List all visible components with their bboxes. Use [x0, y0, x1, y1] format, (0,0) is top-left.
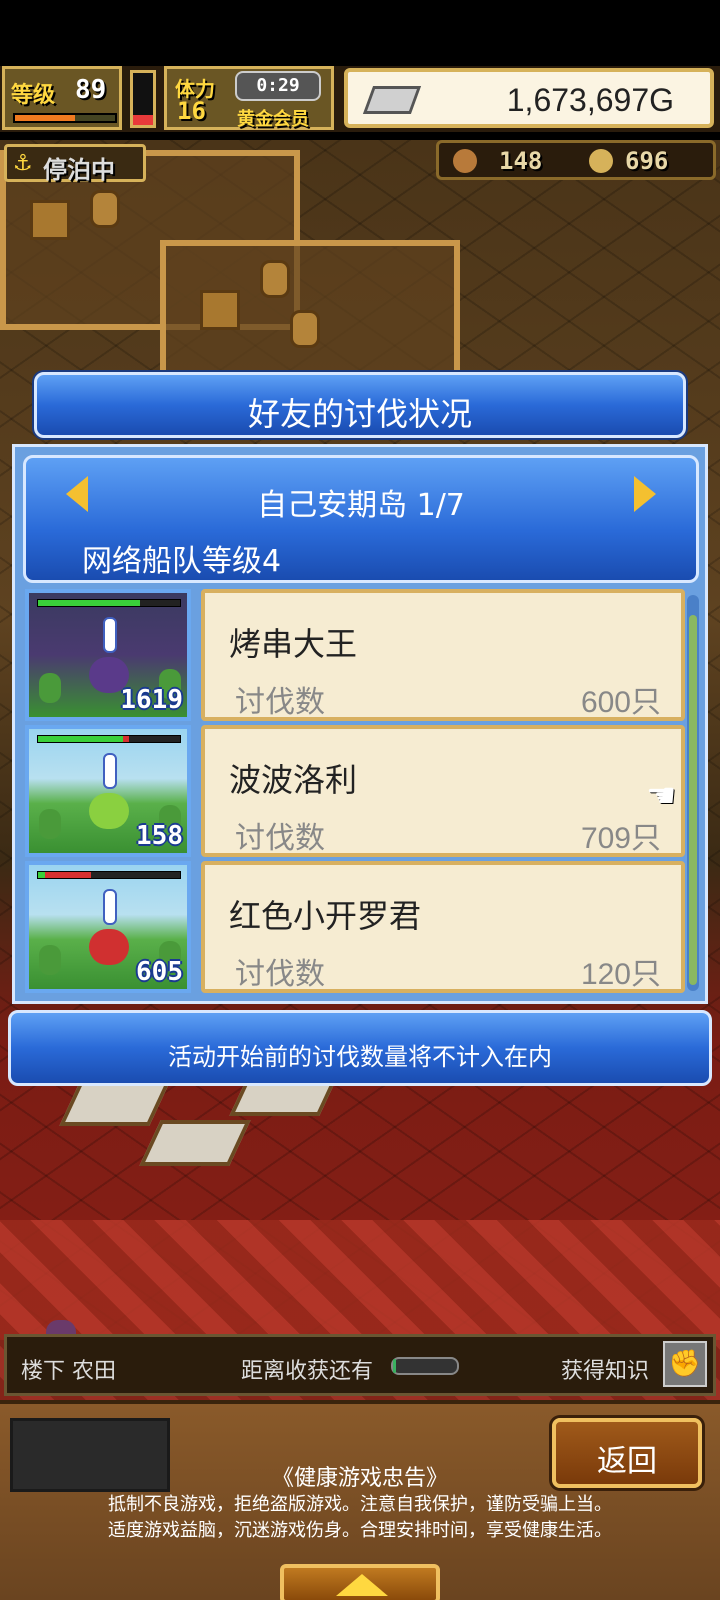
bed	[59, 1080, 171, 1126]
anchor-status[interactable]: ⚓ 停泊中	[4, 144, 146, 184]
friend-name: 烤串大王	[229, 625, 358, 663]
fist-icon[interactable]: ✊	[663, 1341, 707, 1387]
level-label: 等级	[11, 83, 56, 108]
hp-bar	[37, 735, 181, 743]
hp-bar-lost	[123, 736, 129, 742]
subjugation-count: 709只	[580, 822, 661, 855]
friend-card[interactable]: 波波洛利 讨伐数 709只	[201, 725, 685, 857]
monster-sprite	[89, 793, 129, 829]
subjugation-count: 600只	[580, 686, 661, 719]
resource-1-value: 148	[499, 147, 543, 175]
friend-name: 波波洛利	[229, 761, 358, 799]
knowledge-label: 获得知识	[561, 1359, 650, 1384]
footer: 返回 《健康游戏忠告》 抵制不良游戏，拒绝盗版游戏。注意自我保护，谨防受骗上当。…	[0, 1400, 720, 1600]
subjugation-label: 讨伐数	[235, 957, 325, 992]
stamina-panel[interactable]: 体力 16 0:29 黄金会员	[164, 66, 334, 130]
money-panel[interactable]: 1,673,697G	[344, 68, 714, 128]
stamina-gauge	[130, 70, 156, 128]
harvest-progress	[391, 1357, 459, 1375]
info-bar: 楼下 农田 距离收获还有 获得知识 ✊	[4, 1334, 716, 1396]
notice-bar: 活动开始前的讨伐数量将不计入在内	[8, 1010, 712, 1086]
notice-text: 活动开始前的讨伐数量将不计入在内	[168, 1043, 552, 1071]
anchor-icon: ⚓	[13, 151, 33, 176]
barrel	[260, 260, 290, 298]
health-advice-line-2: 适度游戏益脑，沉迷游戏伤身。合理安排时间，享受健康生活。	[108, 1520, 612, 1541]
subjugation-dialog: 自己安期岛 1/7 网络船队等级4 1619 烤串大王 讨伐数 600只 158…	[12, 444, 708, 1004]
subjugation-label: 讨伐数	[235, 821, 325, 856]
friend-thumbnail[interactable]: 158	[25, 725, 191, 857]
arrow-up-icon	[336, 1574, 388, 1596]
arrow-right-icon[interactable]	[634, 476, 656, 512]
subjugation-label: 讨伐数	[235, 685, 325, 720]
barrel	[290, 310, 320, 348]
floor-label: 楼下 农田	[21, 1359, 116, 1384]
resource-panel[interactable]: 148 696	[436, 140, 716, 180]
crate	[30, 200, 70, 240]
friend-thumbnail[interactable]: 1619	[25, 589, 191, 721]
silver-bar-icon	[362, 86, 422, 114]
coin-icon	[589, 149, 613, 173]
subjugation-count: 120只	[580, 958, 661, 991]
friend-thumbnail[interactable]: 605	[25, 861, 191, 993]
xp-bar-fill	[15, 115, 75, 121]
vip-badge[interactable]: 黄金会员	[237, 105, 309, 131]
meat-icon	[453, 149, 477, 173]
thumbnail-count: 605	[136, 957, 183, 987]
top-hud: 等级 89 体力 16 0:29 黄金会员 1,673,697G	[0, 66, 720, 132]
fleet-level: 网络船队等级4	[82, 544, 282, 579]
tree	[39, 945, 61, 975]
hp-bar	[37, 871, 181, 879]
list-item[interactable]: 605 红色小开罗君 讨伐数 120只	[25, 861, 685, 993]
harvest-progress-fill	[393, 1359, 397, 1373]
stamina-timer: 0:29	[235, 71, 321, 101]
hp-bar-fill	[38, 600, 141, 606]
monster-sprite	[89, 929, 129, 965]
list-item[interactable]: 1619 烤串大王 讨伐数 600只	[25, 589, 685, 721]
hp-bar-fill	[38, 736, 124, 742]
hp-bar-fill	[38, 872, 46, 878]
exclamation-icon	[103, 753, 117, 789]
dialog-title-bar: 好友的讨伐状况	[34, 372, 686, 438]
level-panel[interactable]: 等级 89	[2, 66, 122, 130]
expand-button[interactable]	[280, 1564, 440, 1600]
exclamation-icon	[103, 889, 117, 925]
friend-name: 红色小开罗君	[229, 897, 422, 935]
health-advice-line-1: 抵制不良游戏，拒绝盗版游戏。注意自我保护，谨防受骗上当。	[108, 1494, 612, 1515]
health-advice-title: 《健康游戏忠告》	[271, 1466, 448, 1491]
resource-2-value: 696	[625, 147, 669, 175]
xp-bar	[13, 113, 117, 123]
friend-list[interactable]: 1619 烤串大王 讨伐数 600只 158 波波洛利 讨伐数 709只 605…	[25, 589, 685, 999]
bed	[139, 1120, 251, 1166]
hp-bar-lost	[45, 872, 91, 878]
thumbnail-count: 158	[136, 821, 183, 851]
barrel	[90, 190, 120, 228]
money-value: 1,673,697G	[506, 82, 674, 118]
hand-pointer-icon: ☚	[646, 776, 677, 816]
scrollbar-thumb[interactable]	[689, 615, 697, 985]
island-header: 自己安期岛 1/7 网络船队等级4	[23, 455, 699, 583]
friend-card[interactable]: 红色小开罗君 讨伐数 120只	[201, 861, 685, 993]
list-item[interactable]: 158 波波洛利 讨伐数 709只	[25, 725, 685, 857]
thumbnail-count: 1619	[120, 685, 183, 715]
hp-bar	[37, 599, 181, 607]
dialog-title: 好友的讨伐状况	[247, 395, 472, 433]
crate	[200, 290, 240, 330]
stamina-value: 16	[177, 97, 206, 125]
stamina-gauge-fill	[133, 114, 153, 125]
tree	[39, 809, 61, 839]
island-label: 自己安期岛 1/7	[257, 488, 465, 523]
harvest-label: 距离收获还有	[241, 1359, 374, 1384]
anchor-status-label: 停泊中	[43, 156, 115, 184]
level-value: 89	[75, 75, 107, 105]
friend-card[interactable]: 烤串大王 讨伐数 600只	[201, 589, 685, 721]
scrollbar[interactable]	[687, 595, 699, 991]
exclamation-icon	[103, 617, 117, 653]
tree	[39, 673, 61, 703]
